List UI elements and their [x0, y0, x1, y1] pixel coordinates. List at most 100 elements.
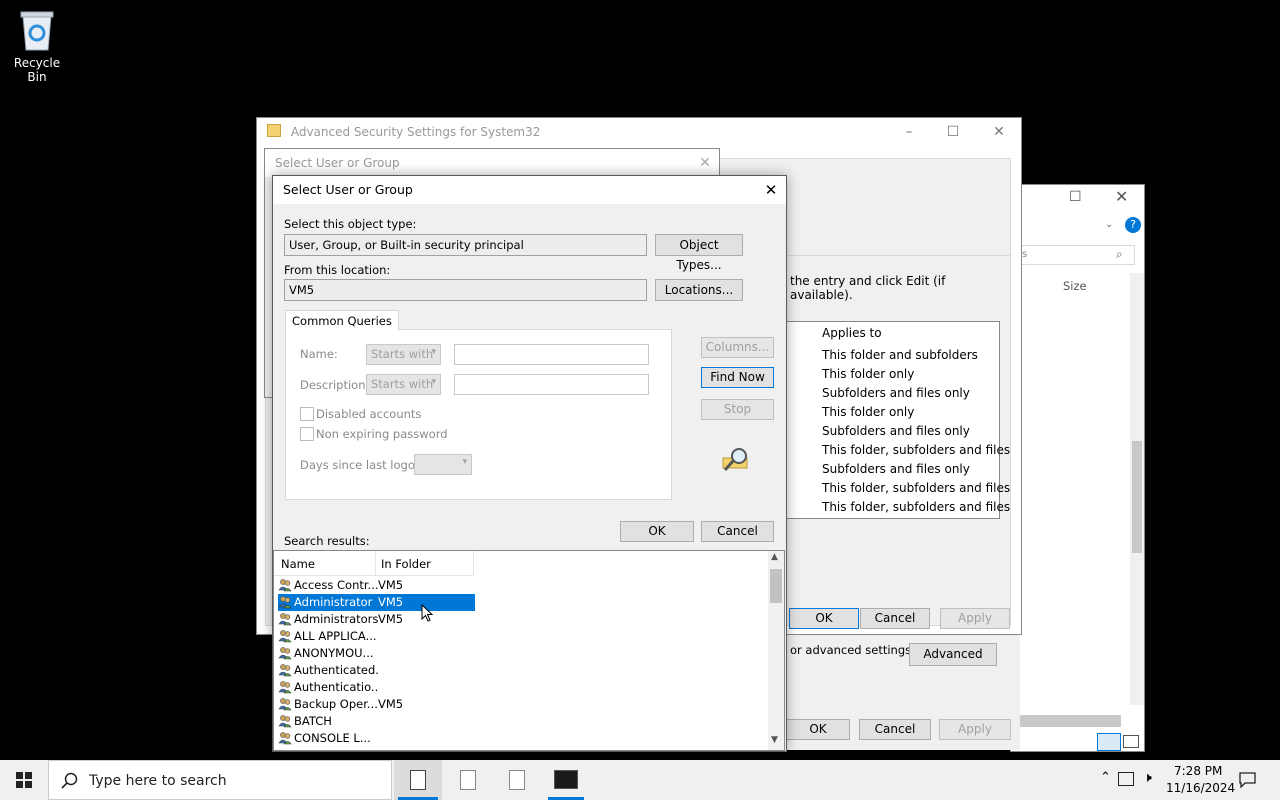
chevron-down-icon: ▾: [462, 457, 467, 467]
explorer-window: ☐ ✕ ⌄ ? s ⌕ Size: [1010, 184, 1145, 752]
volume-muted-icon[interactable]: 🕨: [1143, 770, 1152, 786]
clock-time[interactable]: 7:28 PM: [1174, 764, 1222, 778]
applies-to-entry[interactable]: This folder, subfolders and files: [822, 443, 1010, 457]
table-row[interactable]: ALL APPLICA...: [278, 628, 475, 645]
chevron-up-icon[interactable]: ⌃: [1100, 770, 1111, 785]
table-row[interactable]: CONSOLE L...: [278, 730, 475, 747]
description-input[interactable]: [454, 374, 649, 395]
minimize-icon[interactable]: –: [889, 118, 929, 146]
locations-button[interactable]: Locations...: [655, 279, 743, 301]
network-icon[interactable]: [1118, 772, 1134, 786]
table-row[interactable]: BATCH: [278, 713, 475, 730]
chevron-down-icon[interactable]: ⌄: [1105, 219, 1113, 230]
user-group-icon: [278, 681, 292, 694]
close-icon[interactable]: ✕: [979, 118, 1019, 146]
tiles-view-icon[interactable]: [1123, 735, 1139, 748]
table-row[interactable]: Authenticated...: [278, 662, 475, 679]
search-hint: s: [1022, 249, 1028, 260]
props-ok-button[interactable]: OK: [786, 719, 850, 740]
search-results-label: Search results:: [284, 534, 370, 548]
non-expiring-checkbox[interactable]: [300, 427, 314, 441]
name-input[interactable]: [454, 344, 649, 365]
taskbar-app-cmd[interactable]: [542, 760, 590, 800]
taskbar-app-notepad-3[interactable]: [493, 760, 541, 800]
props-apply-button[interactable]: Apply: [939, 719, 1011, 740]
clock-date[interactable]: 11/16/2024: [1166, 781, 1235, 795]
disabled-accounts-label: Disabled accounts: [316, 407, 422, 421]
bg-dialog-title: Select User or Group: [275, 156, 400, 170]
scroll-down-icon[interactable]: ▼: [771, 735, 778, 745]
disabled-accounts-checkbox[interactable]: [300, 407, 314, 421]
table-row[interactable]: ANONYMOU...: [278, 645, 475, 662]
taskbar-app-notepad-1[interactable]: [394, 760, 442, 800]
object-types-button[interactable]: Object Types...: [655, 234, 743, 272]
instruction-text: the entry and click Edit (if available).: [790, 274, 946, 302]
applies-to-entry[interactable]: This folder and subfolders: [822, 348, 978, 362]
stop-button[interactable]: Stop: [701, 399, 774, 420]
find-now-button[interactable]: Find Now: [701, 367, 774, 388]
maximize-icon[interactable]: ☐: [933, 118, 973, 146]
applies-to-header[interactable]: Applies to: [822, 326, 882, 340]
location-field: VM5: [284, 279, 647, 301]
search-box[interactable]: s ⌕: [1011, 245, 1135, 265]
maximize-icon[interactable]: ☐: [1069, 189, 1082, 205]
windows-start-icon[interactable]: [16, 772, 32, 788]
taskbar-search-box[interactable]: Type here to search: [48, 760, 392, 800]
search-magnifier-icon: [722, 448, 748, 471]
applies-to-entry[interactable]: This folder only: [822, 367, 914, 381]
recycle-bin-icon: [20, 11, 54, 51]
applies-to-entry[interactable]: This folder, subfolders and files: [822, 481, 1010, 495]
mouse-cursor-icon: [421, 604, 433, 622]
vertical-scrollbar[interactable]: [1130, 273, 1144, 705]
user-group-icon: [278, 732, 292, 745]
advanced-ok-button[interactable]: OK: [789, 608, 859, 629]
columns-button[interactable]: Columns...: [701, 337, 774, 358]
size-column-header[interactable]: Size: [1063, 279, 1087, 293]
tab-common-queries[interactable]: Common Queries: [285, 310, 399, 331]
taskbar-app-notepad-2[interactable]: [444, 760, 492, 800]
close-icon[interactable]: ✕: [1115, 187, 1128, 206]
user-group-icon: [278, 596, 292, 609]
details-view-icon[interactable]: [1097, 733, 1121, 751]
row-name: Backup Oper...: [294, 697, 378, 711]
applies-to-entry[interactable]: This folder only: [822, 405, 914, 419]
applies-to-entry[interactable]: This folder, subfolders and files: [822, 500, 1010, 514]
col-folder-header[interactable]: In Folder: [381, 557, 431, 571]
scroll-up-icon[interactable]: ▲: [771, 552, 778, 562]
scroll-thumb[interactable]: [770, 569, 782, 603]
table-row[interactable]: Backup Oper...VM5: [278, 696, 475, 713]
location-label: From this location:: [284, 263, 391, 277]
close-icon[interactable]: ✕: [751, 176, 791, 204]
search-icon: [61, 772, 78, 789]
close-icon[interactable]: ✕: [685, 149, 725, 177]
applies-to-entry[interactable]: Subfolders and files only: [822, 424, 970, 438]
advanced-button[interactable]: Advanced: [909, 643, 997, 666]
help-icon[interactable]: ?: [1125, 217, 1141, 233]
name-operator-select[interactable]: Starts with ▾: [366, 344, 441, 365]
permission-entries-list[interactable]: Applies to This folder and subfolders Thi…: [786, 321, 1010, 519]
days-since-logon-select[interactable]: ▾: [414, 454, 472, 475]
results-scrollbar[interactable]: ▲ ▼: [768, 551, 784, 750]
props-cancel-button[interactable]: Cancel: [859, 719, 931, 740]
user-group-icon: [278, 579, 292, 592]
recycle-bin[interactable]: Recycle Bin: [6, 8, 68, 84]
applies-to-entry[interactable]: Subfolders and files only: [822, 462, 970, 476]
applies-to-entry[interactable]: Subfolders and files only: [822, 386, 970, 400]
table-row[interactable]: Authenticatio...: [278, 679, 475, 696]
advanced-cancel-button[interactable]: Cancel: [860, 608, 930, 629]
cancel-button[interactable]: Cancel: [701, 521, 774, 542]
search-results-list[interactable]: Name In Folder Access Contr...VM5 Adminis…: [273, 550, 785, 751]
object-type-field: User, Group, or Built-in security princi…: [284, 234, 647, 256]
chevron-down-icon: ▾: [431, 347, 436, 357]
advanced-apply-button[interactable]: Apply: [940, 608, 1010, 629]
description-operator-select[interactable]: Starts with ▾: [366, 374, 441, 395]
table-row[interactable]: Administrator VM5: [278, 594, 475, 611]
horizontal-scrollbar[interactable]: [1011, 715, 1121, 727]
table-row[interactable]: Access Contr...VM5: [278, 577, 475, 594]
properties-window: or advanced settings, Advanced OK Cancel…: [770, 635, 1020, 750]
notification-icon[interactable]: [1239, 772, 1256, 788]
col-name-header[interactable]: Name: [281, 557, 315, 571]
table-row[interactable]: AdministratorsVM5: [278, 611, 475, 628]
ok-button[interactable]: OK: [620, 521, 694, 542]
scroll-thumb[interactable]: [1132, 441, 1142, 553]
